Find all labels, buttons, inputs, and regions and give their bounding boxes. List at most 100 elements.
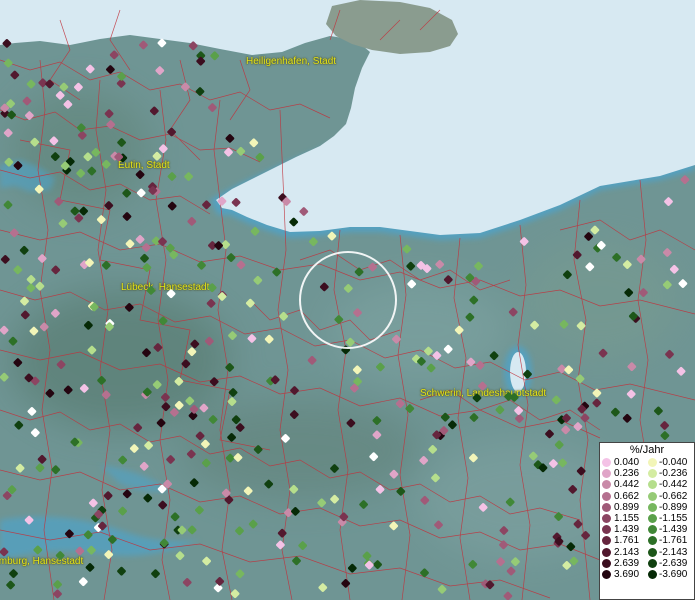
station-marker[interactable] (0, 254, 10, 264)
station-marker[interactable] (519, 237, 529, 247)
station-marker[interactable] (440, 412, 450, 422)
station-marker[interactable] (149, 106, 159, 116)
station-marker[interactable] (373, 560, 383, 570)
station-marker[interactable] (85, 562, 95, 572)
station-marker[interactable] (466, 357, 476, 367)
station-marker[interactable] (495, 405, 505, 415)
station-marker[interactable] (236, 146, 246, 156)
station-marker[interactable] (680, 175, 690, 185)
station-marker[interactable] (181, 359, 191, 369)
station-marker[interactable] (405, 404, 415, 414)
station-marker[interactable] (346, 418, 356, 428)
station-marker[interactable] (9, 228, 19, 238)
station-marker[interactable] (622, 260, 632, 270)
station-marker[interactable] (59, 82, 69, 92)
station-marker[interactable] (225, 362, 235, 372)
station-marker[interactable] (391, 334, 401, 344)
station-marker[interactable] (551, 395, 561, 405)
station-marker[interactable] (29, 326, 39, 336)
station-marker[interactable] (54, 197, 64, 207)
station-marker[interactable] (39, 322, 49, 332)
station-marker[interactable] (187, 347, 197, 357)
station-marker[interactable] (584, 232, 594, 242)
station-marker[interactable] (77, 130, 87, 140)
station-marker[interactable] (624, 288, 634, 298)
station-marker[interactable] (678, 279, 688, 289)
station-marker[interactable] (592, 388, 602, 398)
station-marker[interactable] (496, 557, 506, 567)
station-marker[interactable] (19, 245, 29, 255)
station-marker[interactable] (33, 545, 43, 555)
station-marker[interactable] (136, 188, 146, 198)
station-marker[interactable] (83, 152, 93, 162)
station-marker[interactable] (341, 578, 351, 588)
station-marker[interactable] (63, 99, 73, 109)
station-marker[interactable] (264, 334, 274, 344)
station-marker[interactable] (235, 423, 245, 433)
station-marker[interactable] (327, 231, 337, 241)
station-marker[interactable] (2, 38, 12, 48)
station-marker[interactable] (13, 358, 23, 368)
station-marker[interactable] (207, 103, 217, 113)
station-marker[interactable] (352, 365, 362, 375)
station-marker[interactable] (142, 263, 152, 273)
station-marker[interactable] (122, 188, 132, 198)
station-marker[interactable] (139, 461, 149, 471)
station-marker[interactable] (45, 388, 55, 398)
station-marker[interactable] (228, 388, 238, 398)
station-marker[interactable] (51, 465, 61, 475)
station-marker[interactable] (230, 589, 240, 599)
station-marker[interactable] (217, 292, 227, 302)
station-marker[interactable] (144, 441, 154, 451)
station-marker[interactable] (104, 550, 114, 560)
station-marker[interactable] (202, 556, 212, 566)
station-marker[interactable] (279, 311, 289, 321)
station-marker[interactable] (250, 226, 260, 236)
station-marker[interactable] (167, 201, 177, 211)
station-marker[interactable] (290, 386, 300, 396)
station-marker[interactable] (187, 525, 197, 535)
station-marker[interactable] (201, 458, 211, 468)
station-marker[interactable] (472, 393, 482, 403)
station-marker[interactable] (180, 82, 190, 92)
station-marker[interactable] (209, 377, 219, 387)
station-marker[interactable] (402, 244, 412, 254)
station-marker[interactable] (104, 109, 114, 119)
station-marker[interactable] (264, 479, 274, 489)
station-marker[interactable] (0, 547, 9, 557)
station-marker[interactable] (73, 82, 83, 92)
station-marker[interactable] (298, 541, 308, 551)
station-marker[interactable] (475, 360, 485, 370)
station-marker[interactable] (160, 392, 170, 402)
station-marker[interactable] (636, 254, 646, 264)
station-marker[interactable] (275, 540, 285, 550)
station-marker[interactable] (277, 528, 287, 538)
station-marker[interactable] (289, 217, 299, 227)
station-marker[interactable] (101, 260, 111, 270)
station-marker[interactable] (187, 216, 197, 226)
station-marker[interactable] (227, 432, 237, 442)
station-marker[interactable] (190, 339, 200, 349)
station-marker[interactable] (55, 90, 65, 100)
station-marker[interactable] (226, 253, 236, 263)
station-marker[interactable] (308, 237, 318, 247)
station-marker[interactable] (347, 563, 357, 573)
station-marker[interactable] (662, 248, 672, 258)
station-marker[interactable] (627, 362, 637, 372)
station-marker[interactable] (106, 120, 116, 130)
station-marker[interactable] (138, 40, 148, 50)
station-marker[interactable] (580, 413, 590, 423)
station-marker[interactable] (564, 365, 574, 375)
station-marker[interactable] (14, 420, 24, 430)
station-marker[interactable] (166, 455, 176, 465)
station-marker[interactable] (146, 285, 156, 295)
station-marker[interactable] (152, 151, 162, 161)
station-marker[interactable] (117, 71, 127, 81)
station-marker[interactable] (135, 170, 145, 180)
station-marker[interactable] (489, 351, 499, 361)
station-marker[interactable] (653, 406, 663, 416)
station-marker[interactable] (7, 110, 17, 120)
station-marker[interactable] (406, 261, 416, 271)
station-marker[interactable] (206, 298, 216, 308)
station-marker[interactable] (45, 79, 55, 89)
